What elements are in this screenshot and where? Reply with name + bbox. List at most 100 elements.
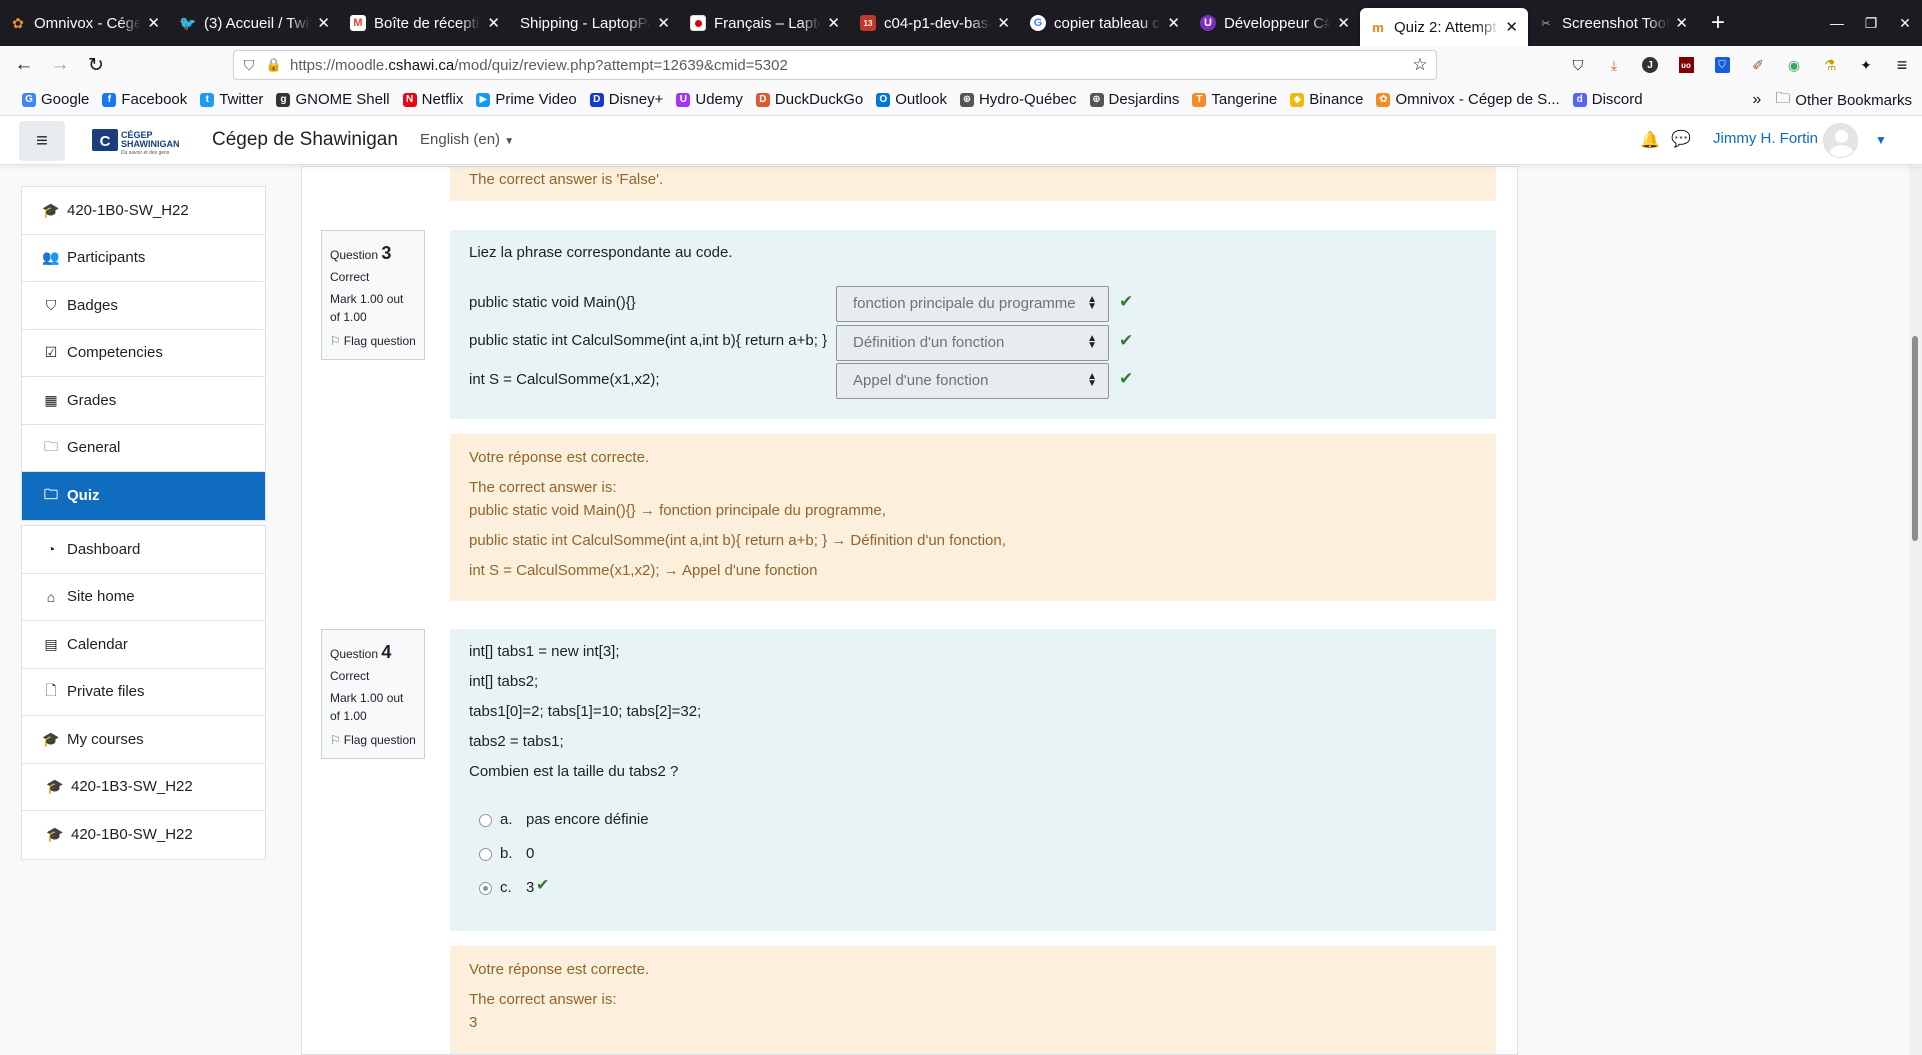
bookmark-item[interactable]: U Udemy xyxy=(676,91,743,108)
ublock-icon[interactable]: uo xyxy=(1668,54,1704,76)
bookmark-item[interactable]: D DuckDuckGo xyxy=(755,91,863,108)
nav-item[interactable]: 🎓 My courses xyxy=(22,716,265,764)
bookmark-item[interactable]: N Netflix xyxy=(402,91,463,108)
radio-button-selected[interactable] xyxy=(479,882,492,895)
bookmark-item[interactable]: g GNOME Shell xyxy=(276,91,390,108)
bookmark-item[interactable]: ✿ Omnivox - Cégep de S... xyxy=(1376,91,1560,108)
close-icon[interactable]: ✕ xyxy=(487,14,500,32)
question-grade: Mark 1.00 out of 1.00 xyxy=(330,691,404,723)
bookmark-item[interactable]: t Twitter xyxy=(200,91,263,108)
avatar[interactable] xyxy=(1823,123,1858,158)
lock-icon[interactable]: 🔒 xyxy=(264,57,284,73)
back-arrow-icon[interactable]: ← xyxy=(6,50,42,80)
bookmark-item[interactable]: ◆ Binance xyxy=(1290,91,1363,108)
flag-question-link[interactable]: ⚐ Flag question xyxy=(330,333,416,350)
browser-tab[interactable]: 13 c04-p1-dev-base ✕ xyxy=(850,0,1020,46)
browser-nav-bar: ← → ↻ ⛉ 🔒 https://moodle.cshawi.ca/mod/q… xyxy=(0,46,1922,84)
nav-item[interactable]: 🗀 Quiz xyxy=(22,472,265,520)
correct-answer-line: public static void Main(){} → fonction p… xyxy=(469,502,886,519)
bookmark-item[interactable]: T Tangerine xyxy=(1192,91,1277,108)
bookmark-star-icon[interactable]: ☆ xyxy=(1404,55,1436,75)
browser-tab[interactable]: 🐦 (3) Accueil / Twitt ✕ xyxy=(170,0,340,46)
page-scrollbar[interactable] xyxy=(1909,166,1922,1055)
bookmark-item[interactable]: f Facebook xyxy=(102,91,187,108)
extension-j-icon[interactable]: J xyxy=(1632,54,1668,76)
radio-button[interactable] xyxy=(479,848,492,861)
close-icon[interactable]: ✕ xyxy=(1167,14,1180,32)
bitwarden-icon[interactable]: ⛉ xyxy=(1704,54,1740,76)
browser-tab-active[interactable]: m Quiz 2: Attempt r ✕ xyxy=(1360,8,1528,46)
site-name[interactable]: Cégep de Shawinigan xyxy=(212,129,398,151)
nav-item[interactable]: 👥 Participants xyxy=(22,235,265,282)
bookmark-item[interactable]: ⊕ Hydro-Québec xyxy=(959,91,1077,108)
bookmark-item[interactable]: ▶ Prime Video xyxy=(476,91,577,108)
maximize-icon[interactable]: ❐ xyxy=(1854,15,1888,32)
nav-item[interactable]: ▦ Grades xyxy=(22,377,265,425)
new-tab-button[interactable]: + xyxy=(1698,0,1738,46)
url-text[interactable]: https://moodle.cshawi.ca/mod/quiz/review… xyxy=(284,57,1404,74)
match-stem: public static void Main(){} xyxy=(469,294,636,311)
nav-item[interactable]: ☑ Competencies xyxy=(22,330,265,377)
match-select[interactable]: Appel d'une fonction ▲ ▼ xyxy=(836,363,1109,399)
browser-tab[interactable]: M Boîte de réceptio ✕ xyxy=(340,0,510,46)
nav-item[interactable]: ⛉ Badges xyxy=(22,282,265,330)
close-window-icon[interactable]: ✕ xyxy=(1888,15,1922,32)
match-select[interactable]: Définition d'un fonction ▲ ▼ xyxy=(836,325,1109,361)
close-icon[interactable]: ✕ xyxy=(1337,14,1350,32)
browser-tab[interactable]: U Développeur C# ✕ xyxy=(1190,0,1360,46)
correct-answer-value: 3 xyxy=(469,1014,478,1031)
bookmark-item[interactable]: D Disney+ xyxy=(589,91,663,108)
bookmark-item[interactable]: d Discord xyxy=(1572,91,1643,108)
chevron-double-right-icon[interactable]: » xyxy=(1752,91,1761,109)
caret-down-icon[interactable]: ▼ xyxy=(1875,133,1887,147)
close-icon[interactable]: ✕ xyxy=(657,14,670,32)
close-icon[interactable]: ✕ xyxy=(997,14,1010,32)
pocket-icon[interactable]: ⛉ xyxy=(1560,54,1596,76)
user-name[interactable]: Jimmy H. Fortin xyxy=(1713,130,1818,147)
url-bar[interactable]: ⛉ 🔒 https://moodle.cshawi.ca/mod/quiz/re… xyxy=(233,50,1437,80)
nav-item[interactable]: ⌂ Site home xyxy=(22,574,265,621)
close-icon[interactable]: ✕ xyxy=(147,14,160,32)
tracking-shield-icon[interactable]: ⛉ xyxy=(234,57,264,74)
extension-bow-icon[interactable]: ✐ xyxy=(1740,54,1776,76)
match-select[interactable]: fonction principale du programme ▲ ▼ xyxy=(836,286,1109,322)
bookmark-item[interactable]: ⊕ Desjardins xyxy=(1089,91,1179,108)
scrollbar-thumb[interactable] xyxy=(1912,336,1918,541)
extension-flask-icon[interactable]: ⚗ xyxy=(1812,54,1848,76)
reload-icon[interactable]: ↻ xyxy=(78,50,114,80)
twitter-icon: 🐦 xyxy=(179,14,197,31)
browser-tab[interactable]: Shipping - LaptopPar ✕ xyxy=(510,0,680,46)
browser-tab[interactable]: G copier tableau c# ✕ xyxy=(1020,0,1190,46)
nav-item[interactable]: 🗀 General xyxy=(22,425,265,472)
browser-tab[interactable]: Français – Laptop✕ xyxy=(680,0,850,46)
minimize-icon[interactable]: — xyxy=(1820,15,1854,31)
close-icon[interactable]: ✕ xyxy=(1675,14,1688,32)
github-icon[interactable]: ✦ xyxy=(1848,54,1884,76)
bookmark-item[interactable]: O Outlook xyxy=(876,91,947,108)
nav-item[interactable]: ◔ Dashboard xyxy=(22,526,265,574)
nav-item[interactable]: 🎓 420-1B0-SW_H22 xyxy=(22,811,265,859)
chat-icon[interactable]: 💬 xyxy=(1671,129,1691,149)
svg-text:Du savoir et des gens: Du savoir et des gens xyxy=(121,150,170,156)
menu-icon[interactable]: ≡ xyxy=(1884,54,1920,76)
forward-arrow-icon[interactable]: → xyxy=(42,50,78,80)
nav-item[interactable]: 🗋 Private files xyxy=(22,669,265,716)
close-icon[interactable]: ✕ xyxy=(827,14,840,32)
flag-question-link[interactable]: ⚐ Flag question xyxy=(330,732,416,749)
download-icon[interactable]: ⤓ xyxy=(1596,54,1632,76)
radio-button[interactable] xyxy=(479,814,492,827)
other-bookmarks[interactable]: Other Bookmarks xyxy=(1795,92,1912,109)
language-menu[interactable]: English (en) ▼ xyxy=(420,131,514,148)
extension-globe-icon[interactable]: ◉ xyxy=(1776,54,1812,76)
nav-item[interactable]: ▤ Calendar xyxy=(22,621,265,669)
bell-icon[interactable]: 🔔 xyxy=(1640,130,1660,150)
browser-tab[interactable]: ✂ Screenshot Tool ✕ xyxy=(1528,0,1698,46)
nav-item[interactable]: 🎓 420-1B0-SW_H22 xyxy=(22,187,265,235)
browser-tab[interactable]: ✿ Omnivox - Cégep ✕ xyxy=(0,0,170,46)
hamburger-menu-icon[interactable]: ≡ xyxy=(19,121,65,161)
close-icon[interactable]: ✕ xyxy=(1505,18,1518,36)
close-icon[interactable]: ✕ xyxy=(317,14,330,32)
nav-item[interactable]: 🎓 420-1B3-SW_H22 xyxy=(22,764,265,811)
bookmark-item[interactable]: G Google xyxy=(22,91,89,108)
site-logo[interactable]: C CÉGEP SHAWINIGAN Du savoir et des gens xyxy=(91,126,203,156)
